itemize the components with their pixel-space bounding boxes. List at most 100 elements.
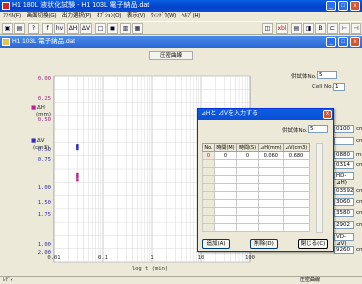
doc-maximize-button[interactable]: □ [338,37,348,47]
frame-icon[interactable]: ◫ [262,23,273,34]
bold-icon[interactable]: B [315,23,326,34]
dialog-close-icon[interactable]: x [323,110,332,119]
table-cell[interactable] [214,199,237,208]
open-icon[interactable]: ▣ [2,23,13,34]
table-row[interactable]: 0 0 0 0.060 0.680 [202,151,310,160]
table-cell[interactable] [202,159,215,168]
dh-icon[interactable]: ΔH [67,23,79,34]
save-icon[interactable]: ▤ [14,23,25,34]
fill-icon[interactable]: ◼ [107,23,118,34]
dialog-close-button[interactable]: 閉じる(C) [298,239,328,249]
help-icon[interactable]: ? [28,23,39,34]
table-cell[interactable] [236,167,259,176]
split-icon[interactable]: ◨ [303,23,314,34]
table-cell[interactable] [258,183,284,192]
table-cell[interactable] [202,167,215,176]
cell-no-field[interactable]: 1 [333,83,345,91]
table-cell[interactable] [202,223,215,232]
menu-output[interactable]: 出力選択(P) [61,13,92,19]
parameter-value[interactable]: HD-⊿H) [334,172,354,186]
add-button[interactable]: 追加(A) [202,239,230,249]
table-cell[interactable] [282,215,310,224]
table-cell[interactable] [214,207,237,216]
doc-minimize-button[interactable]: _ [326,37,336,47]
doc-close-button[interactable]: x [350,37,360,47]
menu-window[interactable]: ｳｨﾝﾄﾞｳ(W) [150,13,177,19]
table-row[interactable] [202,223,310,232]
table-cell[interactable] [282,183,310,192]
close-button[interactable]: x [350,1,360,11]
grid-icon[interactable]: □ [95,23,106,34]
table-cell[interactable] [258,207,284,216]
dialog-title-bar[interactable]: ⊿Hと ⊿Vを入力する x [198,109,333,120]
table-row[interactable] [202,215,310,224]
minimize-button[interactable]: _ [326,1,336,11]
table-cell[interactable] [202,215,215,224]
table-row[interactable] [202,191,310,200]
table-cell[interactable] [236,207,259,216]
table-cell[interactable] [282,167,310,176]
table-cell[interactable] [236,199,259,208]
menu-file[interactable]: ﾌｧｲﾙ(F) [2,13,22,19]
table-row[interactable] [202,207,310,216]
title-bar[interactable]: H1 180L 液状化試験 - H1 103L 電子納品.dat _ □ x [0,0,362,12]
table-cell[interactable] [282,207,310,216]
menu-option[interactable]: ｵﾌﾟｼｮﾝ(O) [96,13,122,19]
menu-screen[interactable]: 画面切換(G) [26,13,58,19]
parameter-value[interactable]: 9260 [334,246,354,254]
xbl-icon[interactable]: xbl [276,23,288,34]
table-cell[interactable] [236,159,259,168]
document-title-bar[interactable]: H1 103L 電子納品.dat _ □ x [0,36,362,48]
input-grid[interactable]: No. 時間(M) 時間(S) ⊿H(mm) ⊿V(cm3) 0 0 0 0.060 0… [202,143,310,232]
table-row[interactable] [202,183,310,192]
table-cell[interactable] [202,191,215,200]
table-cell[interactable] [258,167,284,176]
table-cell[interactable] [202,175,215,184]
table-cell[interactable] [214,215,237,224]
table-cell[interactable] [202,207,215,216]
table-cell[interactable] [258,223,284,232]
table-cell[interactable]: 0 [202,151,215,160]
table-cell[interactable]: 0.680 [282,151,310,160]
function-icon[interactable]: f [42,23,53,34]
table-cell[interactable]: 0 [214,151,237,160]
table-cell[interactable] [282,175,310,184]
table-cell[interactable]: 0.060 [258,151,284,160]
menu-help[interactable]: ﾍﾙﾌﾟ(H) [181,13,202,19]
table-cell[interactable] [202,199,215,208]
table-cell[interactable] [258,191,284,200]
dialog-stage-select[interactable]: 5 [308,125,328,133]
parameter-value[interactable]: 2902 [334,221,354,229]
table-cell[interactable] [282,191,310,200]
table-cell[interactable] [214,175,237,184]
parameter-value[interactable] [334,137,354,145]
table-cell[interactable] [214,167,237,176]
table-cell[interactable] [202,183,215,192]
parameter-value[interactable]: 0100 [334,125,354,133]
menu-view[interactable]: 表示(V) [126,13,146,19]
table-row[interactable] [202,159,310,168]
window-icon[interactable]: ▤ [291,23,302,34]
left-icon[interactable]: ⊏ [327,23,338,34]
right-icon[interactable]: ⊣ [351,23,361,34]
table-cell[interactable] [258,215,284,224]
maximize-button[interactable]: □ [338,1,348,11]
table-cell[interactable] [236,175,259,184]
delete-button[interactable]: 削除(D) [250,239,278,249]
table-cell[interactable] [258,199,284,208]
table-row[interactable] [202,167,310,176]
parameter-value[interactable]: 3580 [334,209,354,217]
table-cell[interactable] [282,159,310,168]
table-cell[interactable] [214,183,237,192]
table-cell[interactable] [258,159,284,168]
parameter-value[interactable]: 0314 [334,161,354,169]
table-cell[interactable] [258,175,284,184]
table-cell[interactable] [282,223,310,232]
sheet-icon[interactable]: ▦ [132,23,143,34]
grid-scrollbar[interactable] [316,143,323,233]
table-cell[interactable] [282,199,310,208]
parameter-value[interactable]: VD-⊿V) [334,233,354,247]
table-cell[interactable] [214,223,237,232]
table-cell[interactable] [236,223,259,232]
table-cell[interactable] [236,215,259,224]
